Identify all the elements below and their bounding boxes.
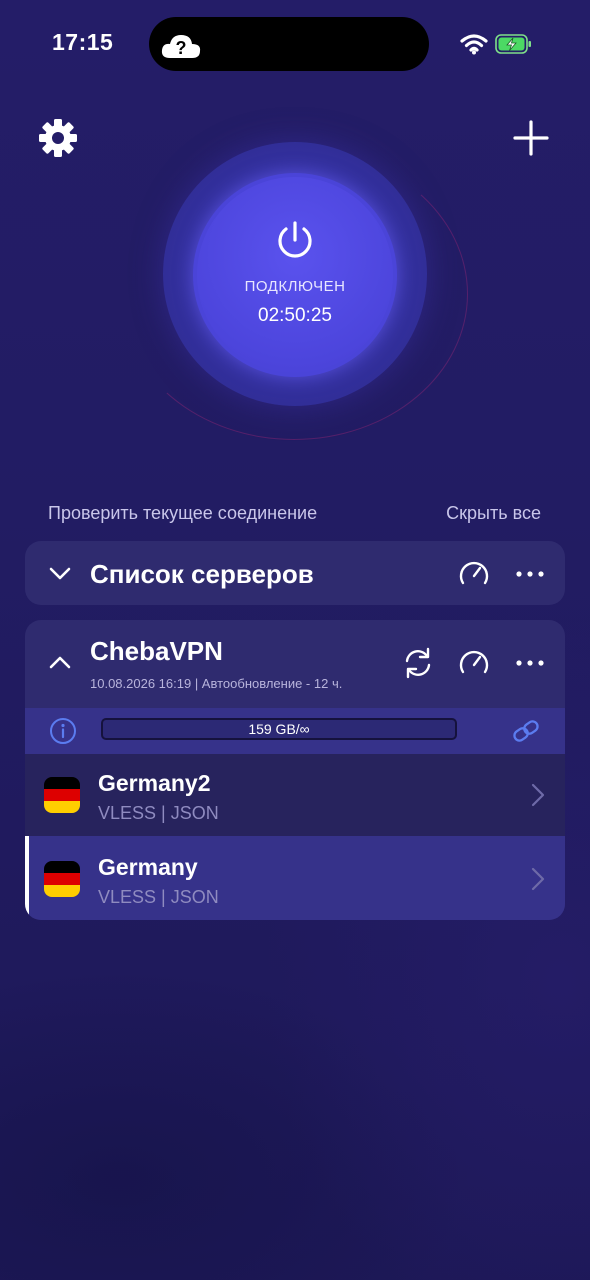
chevron-right-icon (531, 783, 545, 807)
server-row[interactable]: Germany2 VLESS | JSON (25, 754, 565, 836)
subscription-info: 10.08.2026 16:19 | Автообновление - 12 ч… (90, 676, 343, 691)
power-icon (278, 221, 312, 258)
info-icon[interactable] (49, 717, 77, 745)
server-protocol: VLESS | JSON (98, 887, 219, 907)
more-options-icon[interactable] (513, 646, 547, 680)
chevron-right-icon (531, 867, 545, 891)
speedometer-icon[interactable] (457, 557, 491, 591)
server-list-title: Список серверов (90, 559, 314, 589)
subscription-card: ChebaVPN 10.08.2026 16:19 | Автообновлен… (25, 620, 565, 920)
traffic-row: 159 GB/∞ (25, 708, 565, 754)
germany-flag-icon (44, 777, 80, 813)
selected-indicator (25, 836, 29, 920)
wifi-icon (460, 34, 488, 55)
more-options-icon[interactable] (513, 557, 547, 591)
refresh-icon[interactable] (401, 646, 435, 680)
connection-timer: 02:50:25 (258, 305, 332, 326)
server-row-selected[interactable]: Germany VLESS | JSON (25, 836, 565, 920)
server-list-card[interactable]: Список серверов (25, 541, 565, 605)
hide-all-link[interactable]: Скрыть все (446, 503, 541, 524)
check-connection-link[interactable]: Проверить текущее соединение (48, 503, 317, 524)
chevron-down-icon[interactable] (48, 561, 72, 585)
battery-charging-icon (495, 34, 531, 54)
speedometer-icon[interactable] (457, 646, 491, 680)
connection-status: ПОДКЛЮЧЕН (244, 278, 346, 295)
settings-gear-icon[interactable] (37, 117, 79, 159)
germany-flag-icon (44, 861, 80, 897)
chevron-up-icon[interactable] (48, 651, 72, 675)
link-icon[interactable] (511, 717, 541, 745)
svg-text:?: ? (176, 38, 187, 58)
subscription-name: ChebaVPN (90, 636, 223, 666)
traffic-usage-bar: 159 GB/∞ (101, 718, 457, 740)
status-time: 17:15 (52, 29, 114, 55)
server-name: Germany2 (98, 770, 211, 796)
server-name: Germany (98, 854, 198, 880)
cloud-question-icon: ? (161, 35, 201, 58)
power-toggle-button[interactable] (197, 177, 393, 373)
server-protocol: VLESS | JSON (98, 803, 219, 823)
add-config-plus-icon[interactable] (513, 120, 549, 156)
